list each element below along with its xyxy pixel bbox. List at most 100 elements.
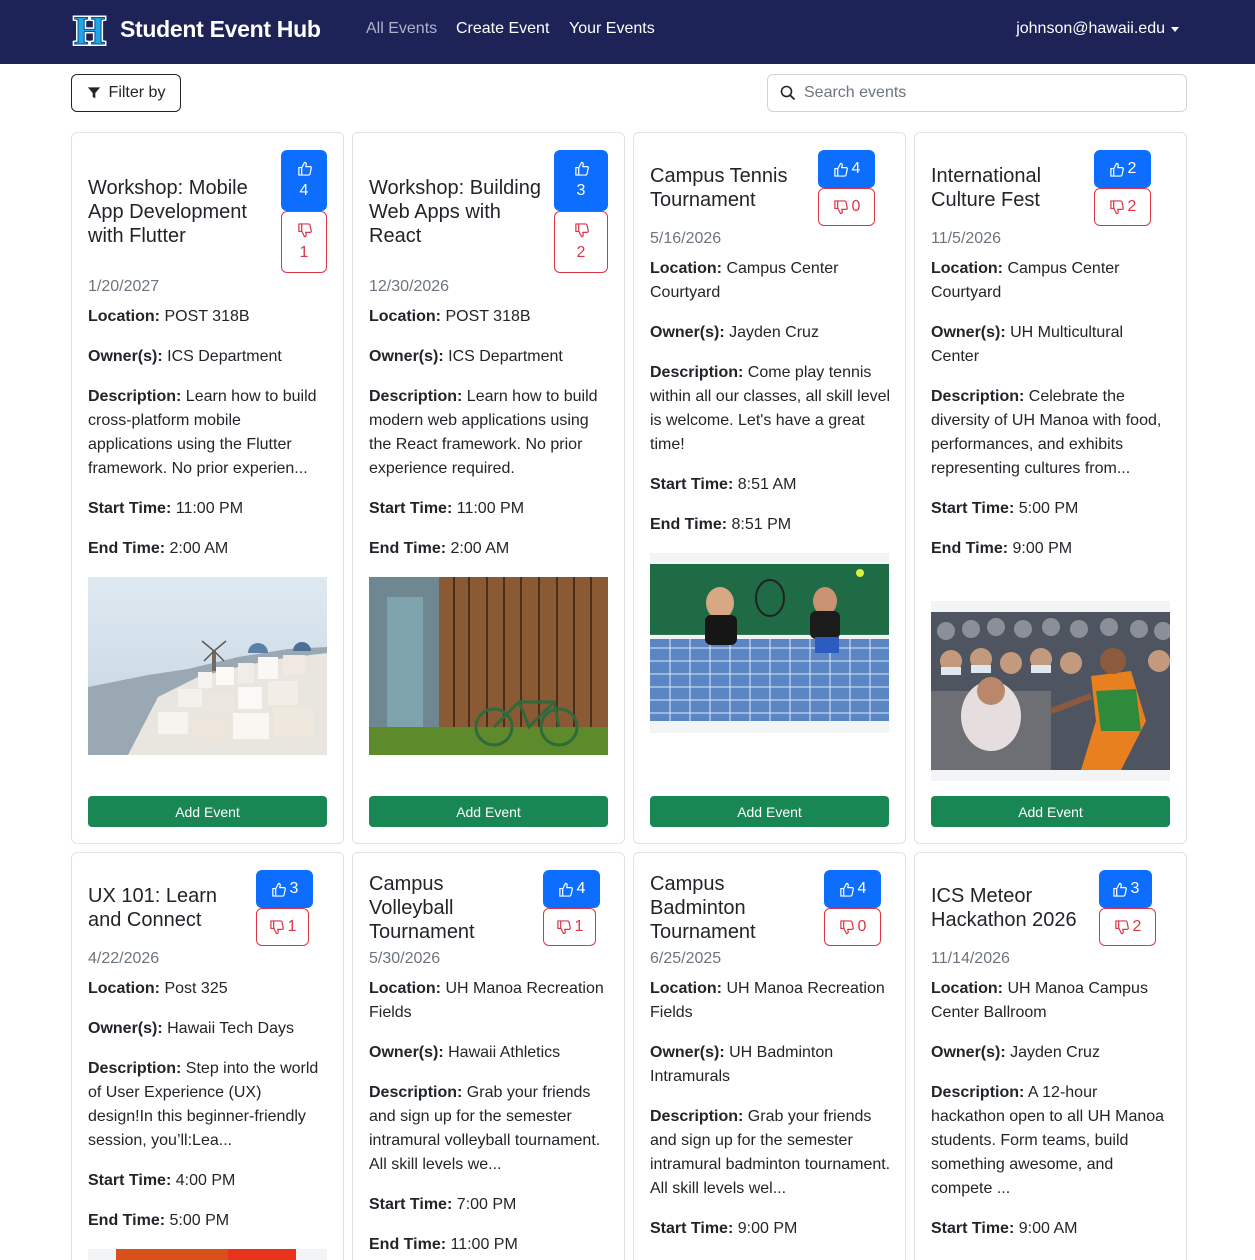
end-time-value: 9:00 PM bbox=[1012, 540, 1073, 557]
end-time-value: 11:00 PM bbox=[450, 1236, 518, 1253]
start-time-value: 7:00 PM bbox=[456, 1196, 517, 1213]
dislike-button[interactable]: 0 bbox=[818, 188, 875, 226]
location-label: Location: bbox=[88, 980, 160, 997]
dislike-button[interactable]: 0 bbox=[824, 908, 881, 946]
search-box[interactable] bbox=[767, 74, 1187, 112]
start-time-field: Start Time: 11:00 PM bbox=[369, 497, 610, 521]
ux-event-photo bbox=[116, 1249, 296, 1260]
description-label: Description: bbox=[650, 1108, 744, 1125]
like-count: 4 bbox=[299, 182, 309, 199]
dislike-count: 2 bbox=[576, 243, 586, 261]
event-details: 5/30/2026 Location: UH Manoa Recreation … bbox=[369, 947, 610, 1257]
description-label: Description: bbox=[88, 1060, 182, 1077]
event-details: 11/14/2026 Location: UH Manoa Campus Cen… bbox=[931, 947, 1172, 1241]
owners-field: Owner(s): Hawaii Athletics bbox=[369, 1041, 610, 1065]
add-event-button[interactable]: Add Event bbox=[650, 796, 889, 827]
like-button[interactable]: 3 bbox=[1099, 870, 1152, 908]
thumbs-down-icon bbox=[1109, 200, 1124, 215]
location-field: Location: UH Manoa Campus Center Ballroo… bbox=[931, 977, 1172, 1025]
start-time-label: Start Time: bbox=[369, 500, 453, 517]
like-count: 4 bbox=[851, 160, 861, 177]
start-time-field: Start Time: 9:00 AM bbox=[931, 1217, 1172, 1241]
thumbs-up-icon bbox=[833, 162, 848, 177]
description-field: Description: A 12-hour hackathon open to… bbox=[931, 1081, 1172, 1201]
event-title: International Culture Fest bbox=[931, 165, 1042, 211]
event-card: UX 101: Learn and Connect 3 1 4/22/2026 … bbox=[71, 852, 344, 1260]
like-button[interactable]: 4 bbox=[281, 150, 327, 211]
tennis-players-photo bbox=[650, 564, 889, 721]
end-time-value: 5:00 PM bbox=[169, 1212, 230, 1229]
event-title: Campus Volleyball Tournament bbox=[369, 873, 475, 943]
end-time-label: End Time: bbox=[88, 1212, 166, 1229]
owners-label: Owner(s): bbox=[931, 324, 1006, 341]
add-event-button[interactable]: Add Event bbox=[931, 796, 1170, 827]
dislike-count: 1 bbox=[299, 243, 309, 261]
like-button[interactable]: 3 bbox=[554, 150, 608, 211]
nav-all-events[interactable]: All Events bbox=[366, 20, 437, 38]
like-button[interactable]: 2 bbox=[1094, 150, 1151, 188]
nav-your-events[interactable]: Your Events bbox=[569, 20, 655, 38]
funnel-icon bbox=[87, 87, 100, 99]
thumbs-down-icon bbox=[574, 223, 589, 238]
description-field: Description: Step into the world of User… bbox=[88, 1057, 329, 1153]
dislike-button[interactable]: 1 bbox=[256, 908, 309, 946]
event-date: 12/30/2026 bbox=[369, 278, 450, 295]
owners-field: Owner(s): ICS Department bbox=[88, 345, 329, 369]
like-button[interactable]: 4 bbox=[824, 870, 881, 908]
thumbs-up-icon bbox=[839, 882, 854, 897]
coastal-village-photo bbox=[88, 577, 327, 755]
event-image bbox=[931, 601, 1170, 781]
svg-text:H: H bbox=[74, 9, 105, 49]
event-card: Campus Badminton Tournament 4 0 6/25/202… bbox=[633, 852, 906, 1260]
owners-field: Owner(s): UH Multicultural Center bbox=[931, 321, 1172, 369]
event-date: 4/22/2026 bbox=[88, 950, 160, 967]
nav-create-event[interactable]: Create Event bbox=[456, 20, 549, 38]
owners-value: ICS Department bbox=[448, 348, 563, 365]
start-time-field: Start Time: 9:00 PM bbox=[650, 1217, 891, 1241]
event-date: 11/14/2026 bbox=[931, 950, 1010, 967]
owners-field: Owner(s): Jayden Cruz bbox=[931, 1041, 1172, 1065]
dislike-button[interactable]: 1 bbox=[281, 211, 327, 273]
add-event-button[interactable]: Add Event bbox=[88, 796, 327, 827]
start-time-field: Start Time: 5:00 PM bbox=[931, 497, 1172, 521]
wooden-shed-bicycle-photo bbox=[369, 577, 608, 755]
thumbs-down-icon bbox=[556, 920, 571, 935]
like-button[interactable]: 3 bbox=[256, 870, 313, 908]
end-time-field: End Time: 5:00 PM bbox=[88, 1209, 329, 1233]
filter-label: Filter by bbox=[108, 84, 166, 101]
location-label: Location: bbox=[650, 260, 722, 277]
location-field: Location: POST 318B bbox=[369, 305, 610, 329]
search-input[interactable] bbox=[804, 84, 1164, 102]
brand[interactable]: H H Student Event Hub bbox=[72, 9, 321, 49]
brand-name: Student Event Hub bbox=[120, 15, 321, 42]
owners-field: Owner(s): UH Badminton Intramurals bbox=[650, 1041, 891, 1089]
owners-field: Owner(s): Jayden Cruz bbox=[650, 321, 891, 345]
event-details: 1/20/2027 Location: POST 318B Owner(s): … bbox=[88, 275, 329, 561]
event-image bbox=[650, 553, 889, 733]
end-time-label: End Time: bbox=[88, 540, 166, 557]
start-time-field: Start Time: 4:00 PM bbox=[88, 1169, 329, 1193]
event-title: ICS Meteor Hackathon 2026 bbox=[931, 885, 1077, 931]
owners-label: Owner(s): bbox=[369, 348, 444, 365]
dislike-button[interactable]: 2 bbox=[1094, 188, 1151, 226]
location-label: Location: bbox=[369, 980, 441, 997]
description-label: Description: bbox=[369, 388, 463, 405]
event-title: Campus Badminton Tournament bbox=[650, 873, 756, 943]
dislike-button[interactable]: 1 bbox=[543, 908, 596, 946]
dislike-button[interactable]: 2 bbox=[1099, 908, 1156, 946]
owners-label: Owner(s): bbox=[650, 1044, 725, 1061]
location-label: Location: bbox=[931, 980, 1003, 997]
like-count: 4 bbox=[576, 880, 586, 897]
event-image bbox=[369, 577, 608, 755]
start-time-value: 4:00 PM bbox=[175, 1172, 236, 1189]
add-event-button[interactable]: Add Event bbox=[369, 796, 608, 827]
dislike-button[interactable]: 2 bbox=[554, 211, 608, 273]
dislike-count: 2 bbox=[1132, 918, 1142, 935]
description-label: Description: bbox=[88, 388, 182, 405]
user-menu-dropdown[interactable]: johnson@hawaii.edu bbox=[1016, 20, 1179, 38]
like-button[interactable]: 4 bbox=[818, 150, 875, 188]
filter-button[interactable]: Filter by bbox=[71, 74, 181, 112]
dislike-count: 0 bbox=[851, 198, 861, 215]
dislike-count: 0 bbox=[857, 918, 867, 935]
like-button[interactable]: 4 bbox=[543, 870, 600, 908]
